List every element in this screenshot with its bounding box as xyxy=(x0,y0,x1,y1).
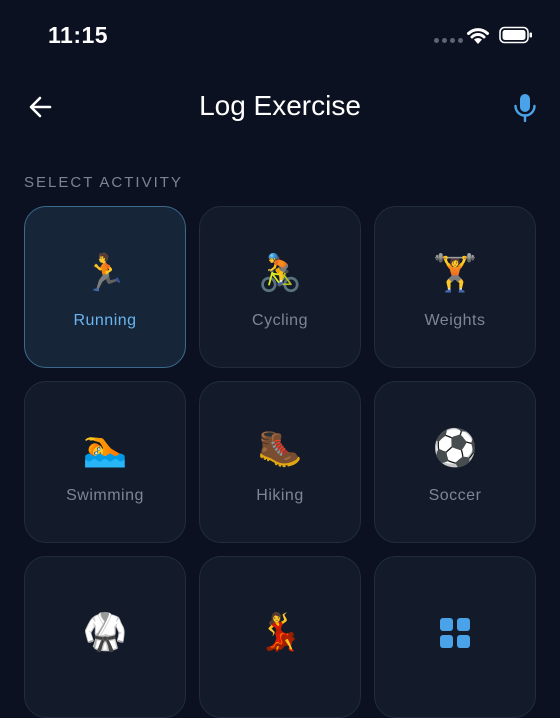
activity-label: Weights xyxy=(424,312,486,329)
weightlifting-icon: 🏋️ xyxy=(432,253,478,294)
activity-tile-swimming[interactable]: 🏊 Swimming xyxy=(24,381,186,543)
running-icon: 🏃 xyxy=(82,253,128,294)
activity-tile-martial-arts[interactable]: 🥋 xyxy=(24,556,186,718)
signal-icon xyxy=(434,38,463,43)
microphone-icon[interactable] xyxy=(512,92,538,124)
soccer-ball-icon: ⚽ xyxy=(432,428,478,469)
activity-label: Running xyxy=(73,312,137,329)
activity-tile-weights[interactable]: 🏋️ Weights xyxy=(374,206,536,368)
swimming-icon: 🏊 xyxy=(82,428,128,469)
status-bar: 11:15 xyxy=(0,0,560,72)
grid-icon xyxy=(440,613,470,653)
section-label: SELECT ACTIVITY xyxy=(24,174,183,191)
dancer-icon: 💃 xyxy=(257,612,303,653)
status-time: 11:15 xyxy=(48,22,109,48)
wifi-icon xyxy=(467,28,489,44)
activity-label: Soccer xyxy=(428,487,482,504)
activity-tile-cycling[interactable]: 🚴 Cycling xyxy=(199,206,361,368)
activity-label: Cycling xyxy=(252,312,308,329)
activity-grid: 🏃 Running 🚴 Cycling 🏋️ Weights 🏊 Swimmin… xyxy=(24,206,536,718)
activity-tile-hiking[interactable]: 🥾 Hiking xyxy=(199,381,361,543)
activity-tile-dance[interactable]: 💃 xyxy=(199,556,361,718)
battery-icon xyxy=(499,26,532,44)
activity-label: Swimming xyxy=(66,487,144,504)
activity-tile-soccer[interactable]: ⚽ Soccer xyxy=(374,381,536,543)
header: Log Exercise xyxy=(0,80,560,136)
activity-tile-running[interactable]: 🏃 Running xyxy=(24,206,186,368)
martial-arts-uniform-icon: 🥋 xyxy=(82,612,128,653)
page-title: Log Exercise xyxy=(199,90,361,121)
hiking-boot-icon: 🥾 xyxy=(257,428,303,469)
cycling-icon: 🚴 xyxy=(257,253,303,294)
activity-tile-more[interactable] xyxy=(374,556,536,718)
activity-label: Hiking xyxy=(256,487,304,504)
